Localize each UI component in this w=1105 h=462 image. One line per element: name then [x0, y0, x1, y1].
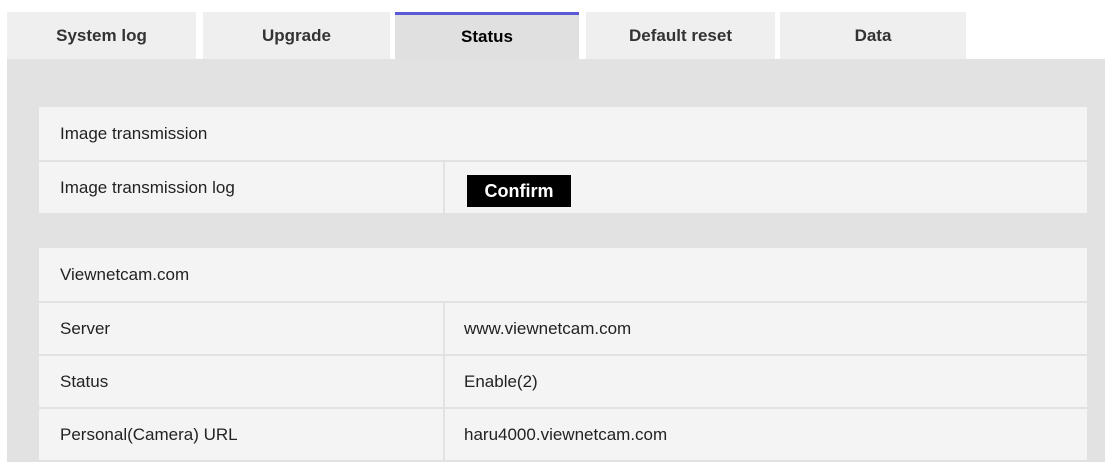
- image-transmission-log-row: Image transmission log Confirm: [39, 160, 1087, 213]
- personal-url-label: Personal(Camera) URL: [60, 424, 238, 444]
- viewnetcam-section: Viewnetcam.com Server www.viewnetcam.com…: [39, 248, 1087, 460]
- server-row: Server www.viewnetcam.com: [39, 301, 1087, 354]
- column-divider: [443, 162, 445, 213]
- column-divider: [443, 303, 445, 354]
- image-transmission-header-row: Image transmission: [39, 107, 1087, 160]
- tab-upgrade[interactable]: Upgrade: [203, 12, 390, 59]
- viewnetcam-header-row: Viewnetcam.com: [39, 248, 1087, 301]
- confirm-button[interactable]: Confirm: [467, 175, 571, 207]
- server-value: www.viewnetcam.com: [464, 318, 632, 338]
- column-divider: [443, 409, 445, 460]
- server-label: Server: [60, 318, 111, 338]
- image-transmission-section: Image transmission Image transmission lo…: [39, 107, 1087, 213]
- personal-url-value: haru4000.viewnetcam.com: [464, 424, 668, 444]
- status-label: Status: [60, 371, 109, 391]
- image-transmission-log-label: Image transmission log: [60, 177, 235, 197]
- image-transmission-heading: Image transmission: [60, 123, 208, 143]
- status-panel: Image transmission Image transmission lo…: [7, 59, 1105, 462]
- tab-bar: System log Upgrade Status Default reset …: [0, 0, 1105, 59]
- tab-default-reset[interactable]: Default reset: [586, 12, 775, 59]
- viewnetcam-heading: Viewnetcam.com: [60, 264, 190, 284]
- tab-data[interactable]: Data: [780, 12, 966, 59]
- personal-url-row: Personal(Camera) URL haru4000.viewnetcam…: [39, 407, 1087, 460]
- status-value: Enable(2): [464, 371, 538, 391]
- status-row: Status Enable(2): [39, 354, 1087, 407]
- tab-status[interactable]: Status: [395, 12, 579, 59]
- column-divider: [443, 356, 445, 407]
- tab-system-log[interactable]: System log: [7, 12, 196, 59]
